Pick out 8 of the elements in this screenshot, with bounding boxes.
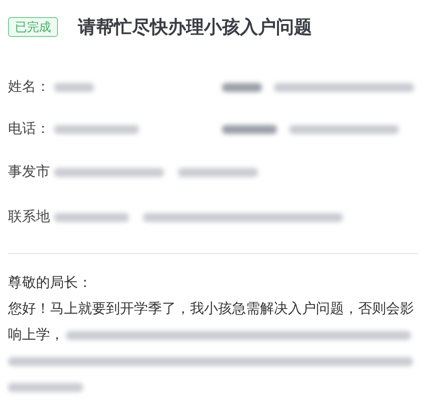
ticket-title: 请帮忙尽快办理小孩入户问题 bbox=[78, 16, 312, 39]
field-label: 联系地 bbox=[8, 208, 50, 226]
letter-salutation: 尊敬的局长： bbox=[8, 274, 93, 293]
field-label: 事发市 bbox=[8, 163, 50, 181]
status-tag: 已完成 bbox=[8, 17, 58, 37]
field-label: 电话： bbox=[8, 120, 50, 138]
field-label: 姓名： bbox=[8, 78, 50, 96]
letter-body: 您好！马上就要到开学季了，我小孩急需解决入户问题，否则会影响上学， bbox=[8, 301, 414, 343]
